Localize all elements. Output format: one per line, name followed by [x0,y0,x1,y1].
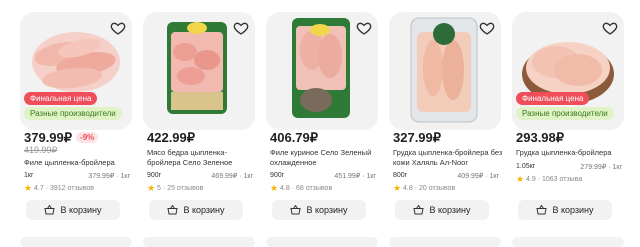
product-image[interactable] [389,12,501,130]
unit-price: 379.99₽ · 1кг [88,173,130,180]
star-icon: ★ [24,183,33,193]
reviews-count: 68 отзывов [296,185,333,192]
product-image[interactable]: Финальная цена Разные производители [512,12,624,130]
product-image[interactable]: Финальная цена Разные производители [20,12,132,130]
weight-row: 900г 451.99₽ · 1кг [270,172,378,180]
price: 327.99₽ [393,130,442,145]
weight: 1кг [24,172,34,179]
basket-icon [44,205,56,215]
next-row-card-edge [266,237,378,247]
basket-icon [290,205,302,215]
product-name[interactable]: Мясо бедра цыпленка-бройлера Село Зелено… [147,148,257,168]
unit-price: 409.99₽ · 1кг [457,173,499,180]
product-card[interactable]: 422.99₽ Мясо бедра цыпленка-бройлера Сел… [143,12,255,244]
reviews-count: 20 отзывов [419,185,456,192]
reviews-count: 3912 отзывов [50,185,94,192]
producer-badge: Разные производители [516,107,614,120]
favorite-heart-icon[interactable] [356,20,372,36]
price: 293.98₽ [516,130,565,145]
add-to-cart-label: В корзину [429,205,471,215]
rating[interactable]: ★ 4.7 · 3912 отзывов [24,183,94,194]
add-to-cart-button[interactable]: В корзину [149,200,243,220]
unit-price: 451.99₽ · 1кг [334,173,376,180]
add-to-cart-button[interactable]: В корзину [26,200,120,220]
weight: 1.05кг [516,163,536,170]
product-image[interactable] [266,12,378,130]
favorite-heart-icon[interactable] [479,20,495,36]
next-row-card-edge [20,237,132,247]
rating[interactable]: ★ 4.8 · 68 отзывов [270,183,332,194]
add-to-cart-button[interactable]: В корзину [395,200,489,220]
favorite-heart-icon[interactable] [233,20,249,36]
basket-icon [536,205,548,215]
basket-icon [167,205,179,215]
weight: 900г [147,172,162,179]
add-to-cart-button[interactable]: В корзину [272,200,366,220]
add-to-cart-button[interactable]: В корзину [518,200,612,220]
reviews-count: 1063 отзыва [542,176,583,183]
product-name[interactable]: Грудка цыпленка-бройлера без кожи Халяль… [393,148,503,168]
product-image[interactable] [143,12,255,130]
price: 422.99₽ [147,130,196,145]
price: 379.99₽ -9% [24,130,99,146]
add-to-cart-label: В корзину [60,205,102,215]
weight-row: 900г 469.99₽ · 1кг [147,172,255,180]
unit-price: 469.99₽ · 1кг [211,173,253,180]
product-card[interactable]: 327.99₽ Грудка цыпленка-бройлера без кож… [389,12,503,244]
weight: 800г [393,172,408,179]
product-name[interactable]: Грудка цыпленка-бройлера [516,148,626,158]
final-price-badge: Финальная цена [516,92,590,105]
star-icon: ★ [147,183,156,193]
product-card[interactable]: Финальная цена Разные производители 293.… [512,12,624,244]
rating[interactable]: ★ 4.8 · 20 отзывов [393,183,455,194]
favorite-heart-icon[interactable] [110,20,126,36]
unit-price: 279.99₽ · 1кг [580,164,622,171]
star-icon: ★ [270,183,279,193]
add-to-cart-label: В корзину [306,205,348,215]
star-icon: ★ [516,174,525,184]
price: 406.79₽ [270,130,319,145]
add-to-cart-label: В корзину [552,205,594,215]
star-icon: ★ [393,183,402,193]
add-to-cart-label: В корзину [183,205,225,215]
weight: 900г [270,172,285,179]
rating[interactable]: ★ 5 · 25 отзывов [147,183,203,194]
favorite-heart-icon[interactable] [602,20,618,36]
next-row-card-edge [512,237,624,247]
product-card[interactable]: 406.79₽ Филе куриное Село Зеленый охлажд… [266,12,378,244]
basket-icon [413,205,425,215]
weight-row: 1кг 379.99₽ · 1кг [24,172,132,180]
next-row-card-edge [143,237,255,247]
weight-row: 1.05кг 279.99₽ · 1кг [516,163,624,171]
old-price: 419.99₽ [24,145,58,155]
rating[interactable]: ★ 4.9 · 1063 отзыва [516,174,582,185]
product-name[interactable]: Филе цыпленка-бройлера [24,158,134,168]
weight-row: 800г 409.99₽ · 1кг [393,172,501,180]
product-card[interactable]: Финальная цена Разные производители 379.… [20,12,132,244]
producer-badge: Разные производители [24,107,122,120]
next-row-card-edge [389,237,501,247]
reviews-count: 25 отзывов [167,185,204,192]
product-name[interactable]: Филе куриное Село Зеленый охлажденное [270,148,380,168]
discount-badge: -9% [76,132,99,143]
final-price-badge: Финальная цена [24,92,98,105]
